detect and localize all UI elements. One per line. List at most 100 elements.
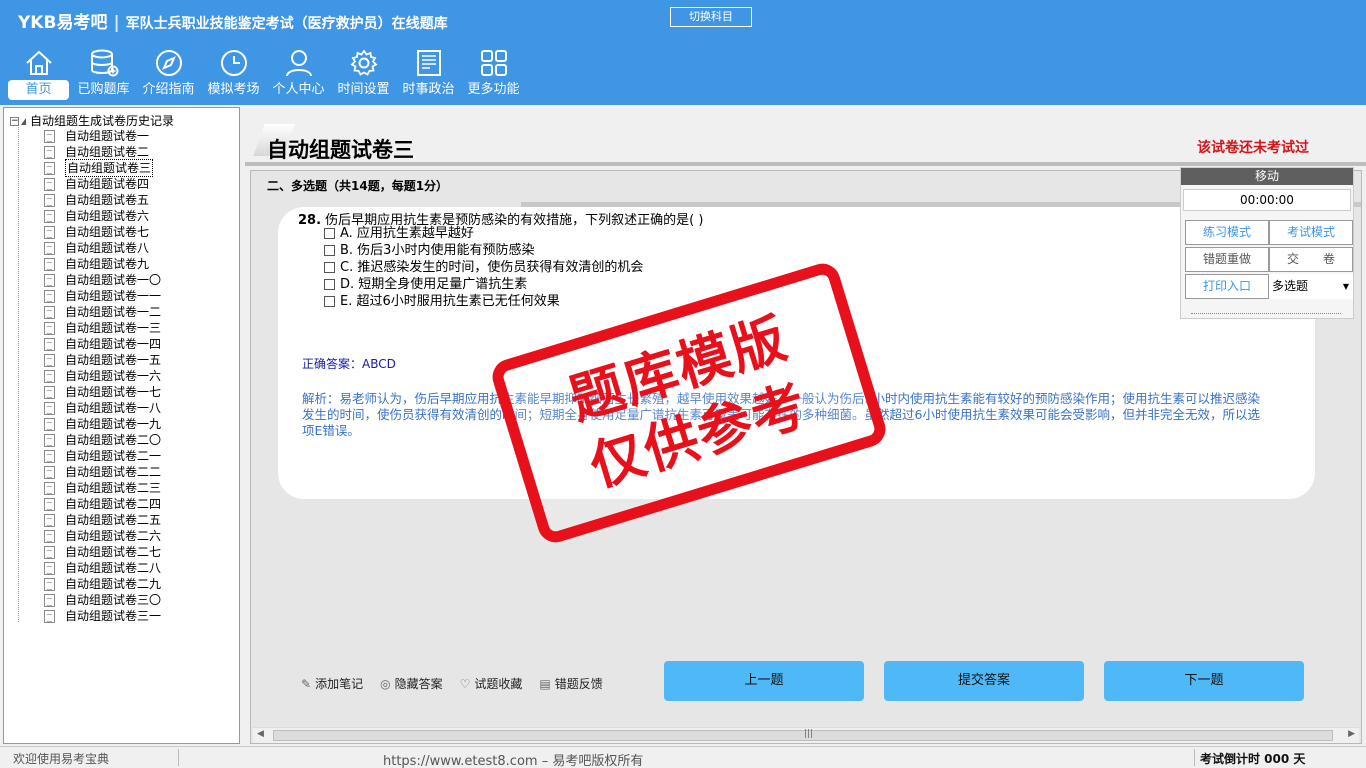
- scroll-thumb[interactable]: |||: [273, 729, 1333, 741]
- tree-item-label: 自动组题试卷六: [65, 209, 150, 223]
- status-divider: [178, 749, 179, 766]
- exam-mode-button[interactable]: 考试模式: [1269, 220, 1353, 245]
- panel-drag-handle[interactable]: 移动: [1181, 168, 1353, 185]
- tree-item[interactable]: 自动组题试卷一二: [44, 304, 161, 320]
- tree-item[interactable]: 自动组题试卷二六: [44, 528, 161, 544]
- feedback-icon: ▤: [539, 676, 551, 691]
- favorite-button[interactable]: ♡ 试题收藏: [460, 675, 523, 692]
- switch-subject-button[interactable]: 切换科目: [670, 7, 752, 27]
- tree-item[interactable]: 自动组题试卷二: [44, 144, 161, 160]
- nav-time-settings[interactable]: 时间设置: [331, 48, 396, 100]
- user-icon: [285, 50, 312, 77]
- tree-item-label: 自动组题试卷二一: [65, 449, 162, 463]
- news-icon: [416, 50, 441, 76]
- status-welcome: 欢迎使用易考宝典: [13, 752, 110, 766]
- nav-profile[interactable]: 个人中心: [266, 48, 331, 100]
- document-icon: [44, 561, 55, 575]
- tree-item-label: 自动组题试卷一九: [65, 417, 162, 431]
- tree-item[interactable]: 自动组题试卷二〇: [44, 432, 161, 448]
- tree-item[interactable]: 自动组题试卷一六: [44, 368, 161, 384]
- document-icon: [44, 257, 55, 271]
- document-icon: [44, 305, 55, 319]
- document-icon: [44, 145, 55, 159]
- tree-item[interactable]: 自动组题试卷一〇: [44, 272, 161, 288]
- tree-item[interactable]: 自动组题试卷三一: [44, 608, 161, 624]
- tree-item[interactable]: 自动组题试卷二一: [44, 448, 161, 464]
- tree-item-label: 自动组题试卷七: [65, 225, 150, 239]
- tree-item[interactable]: 自动组题试卷二八: [44, 560, 161, 576]
- tree-item-label: 自动组题试卷三〇: [65, 593, 162, 607]
- next-question-button[interactable]: 下一题: [1104, 661, 1304, 701]
- hand-in-button[interactable]: 交 卷: [1269, 247, 1353, 272]
- tree-item[interactable]: 自动组题试卷一九: [44, 416, 161, 432]
- option-checkbox[interactable]: [324, 262, 335, 273]
- tree-item[interactable]: 自动组题试卷一三: [44, 320, 161, 336]
- tree-item-label: 自动组题试卷二〇: [65, 433, 162, 447]
- tree-item[interactable]: 自动组题试卷二四: [44, 496, 161, 512]
- tree-item[interactable]: 自动组题试卷二五: [44, 512, 161, 528]
- tree-item[interactable]: 自动组题试卷四: [44, 176, 161, 192]
- tree-item[interactable]: 自动组题试卷三〇: [44, 592, 161, 608]
- nav-home[interactable]: 首页: [6, 48, 71, 100]
- tree-item[interactable]: 自动组题试卷一五: [44, 352, 161, 368]
- tree-item[interactable]: 自动组题试卷一四: [44, 336, 161, 352]
- feedback-button[interactable]: ▤ 错题反馈: [539, 675, 602, 692]
- nav-purchased[interactable]: 已购题库: [71, 48, 136, 100]
- compass-icon: [155, 50, 182, 76]
- tree-item[interactable]: 自动组题试卷二三: [44, 480, 161, 496]
- document-icon: [44, 465, 55, 479]
- document-icon: [44, 609, 55, 623]
- tree-item-label: 自动组题试卷五: [65, 193, 150, 207]
- tree-items: 自动组题试卷一 自动组题试卷二 自动组题试卷三 自动组题试卷四 自动组题试卷五 自动组题试…: [44, 128, 161, 624]
- option-checkbox[interactable]: [324, 228, 335, 239]
- scroll-left-icon[interactable]: ◀: [257, 729, 264, 739]
- tree-root[interactable]: − 自动组题生成试卷历史记录: [10, 112, 174, 129]
- tree-item[interactable]: 自动组题试卷八: [44, 240, 161, 256]
- tree-item-label: 自动组题试卷一一: [65, 289, 162, 303]
- submit-answer-button[interactable]: 提交答案: [884, 661, 1084, 701]
- option-checkbox[interactable]: [324, 279, 335, 290]
- option-checkbox[interactable]: [324, 296, 335, 307]
- document-icon: [44, 593, 55, 607]
- add-note-button[interactable]: ✎ 添加笔记: [301, 675, 363, 692]
- question-type-select[interactable]: 多选题 ▼: [1269, 274, 1353, 299]
- option-item[interactable]: D. 短期全身使用足量广谱抗生素: [324, 276, 643, 293]
- tree-item[interactable]: 自动组题试卷一七: [44, 384, 161, 400]
- option-label: D. 短期全身使用足量广谱抗生素: [340, 277, 528, 292]
- option-checkbox[interactable]: [324, 245, 335, 256]
- redo-wrong-button[interactable]: 错题重做: [1185, 247, 1269, 272]
- collapse-icon[interactable]: −: [10, 117, 19, 126]
- tree-item-label: 自动组题试卷一〇: [65, 273, 162, 287]
- tree-item-label: 自动组题试卷九: [65, 257, 150, 271]
- nav-guide[interactable]: 介绍指南: [136, 48, 201, 100]
- tree-item-label: 自动组题试卷二五: [65, 513, 162, 527]
- tree-item[interactable]: 自动组题试卷六: [44, 208, 161, 224]
- nav-more[interactable]: 更多功能: [461, 48, 526, 100]
- prev-question-button[interactable]: 上一题: [664, 661, 864, 701]
- scroll-right-icon[interactable]: ▶: [1348, 729, 1355, 739]
- tree-item[interactable]: 自动组题试卷五: [44, 192, 161, 208]
- option-item[interactable]: B. 伤后3小时内使用能有预防感染: [324, 242, 643, 259]
- option-item[interactable]: E. 超过6小时服用抗生素已无任何效果: [324, 293, 643, 310]
- tree-item[interactable]: 自动组题试卷三: [44, 159, 161, 177]
- tree-item[interactable]: 自动组题试卷七: [44, 224, 161, 240]
- tree-item[interactable]: 自动组题试卷一八: [44, 400, 161, 416]
- hide-answer-button[interactable]: ◎ 隐藏答案: [380, 675, 443, 692]
- paper-status: 该试卷还未考试过: [1197, 140, 1309, 156]
- brand-logo: YKB易考吧: [18, 13, 108, 33]
- option-item[interactable]: A. 应用抗生素越早越好: [324, 225, 643, 242]
- tree-item[interactable]: 自动组题试卷二九: [44, 576, 161, 592]
- horizontal-scrollbar[interactable]: ◀ ||| ▶: [253, 727, 1359, 743]
- nav-mock-exam[interactable]: 模拟考场: [201, 48, 266, 100]
- tree-item[interactable]: 自动组题试卷一一: [44, 288, 161, 304]
- tree-item-label: 自动组题试卷八: [65, 241, 150, 255]
- tree-item[interactable]: 自动组题试卷二七: [44, 544, 161, 560]
- practice-mode-button[interactable]: 练习模式: [1185, 220, 1269, 245]
- tree-item-label: 自动组题试卷一六: [65, 369, 162, 383]
- tree-item[interactable]: 自动组题试卷一: [44, 128, 161, 144]
- option-item[interactable]: C. 推迟感染发生的时间，使伤员获得有效清创的机会: [324, 259, 643, 276]
- tree-item[interactable]: 自动组题试卷九: [44, 256, 161, 272]
- print-button[interactable]: 打印入口: [1185, 274, 1269, 299]
- tree-item[interactable]: 自动组题试卷二二: [44, 464, 161, 480]
- nav-current-affairs[interactable]: 时事政治: [396, 48, 461, 100]
